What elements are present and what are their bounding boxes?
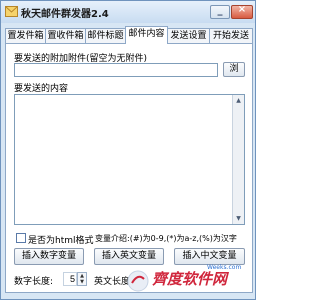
tab-strip: 置发件箱 置收件箱 邮件标题 邮件内容 发送设置 开始发送 (5, 26, 253, 44)
tab-recipient-box[interactable]: 置收件箱 (45, 28, 86, 43)
number-length-spinner[interactable]: ▲ ▼ (77, 272, 87, 286)
close-button[interactable]: × (231, 4, 253, 19)
attachment-path-input[interactable] (14, 63, 218, 77)
scroll-up-icon[interactable]: ▲ (233, 95, 244, 106)
tab-sender-box[interactable]: 置发件箱 (5, 28, 46, 43)
content-textarea[interactable]: ▲ ▼ (14, 94, 245, 225)
insert-number-variable-button[interactable]: 插入数字变量 (14, 248, 84, 265)
browse-attachment-button[interactable]: 浏 (223, 62, 245, 77)
title-bar[interactable]: 秋天邮件群发器2.4 _ × (1, 1, 255, 23)
watermark-url: Weeks.com (207, 264, 242, 271)
site-watermark: 齊度软件网 Weeks.com (120, 263, 256, 300)
content-label: 要发送的内容 (14, 84, 69, 94)
tab-send-settings[interactable]: 发送设置 (167, 28, 210, 43)
number-length-input[interactable] (63, 272, 77, 286)
watermark-text: 齊度软件网 (152, 270, 228, 288)
minimize-icon: _ (217, 5, 223, 16)
scroll-down-icon[interactable]: ▼ (233, 213, 244, 224)
spin-down-icon[interactable]: ▼ (78, 279, 86, 285)
tab-mail-content[interactable]: 邮件内容 (125, 26, 168, 44)
html-format-checkbox[interactable] (16, 233, 26, 243)
window-title: 秋天邮件群发器2.4 (21, 9, 109, 20)
content-scrollbar[interactable]: ▲ ▼ (232, 95, 244, 224)
mail-content-panel: 要发送的附加附件(留空为无附件) 浏 要发送的内容 ▲ ▼ 是否为html格式 … (5, 43, 253, 293)
tab-mail-subject[interactable]: 邮件标题 (85, 28, 126, 43)
variable-intro-text: 变量介绍:(#)为0-9,(*)为a-z,(%)为汉字 (95, 234, 237, 243)
mail-app-icon (5, 6, 18, 17)
html-format-label: 是否为html格式 (28, 236, 94, 246)
tab-start-sending[interactable]: 开始发送 (209, 28, 253, 43)
watermark-logo-icon (127, 270, 149, 292)
number-length-label: 数字长度: (14, 277, 54, 287)
minimize-button[interactable]: _ (210, 5, 230, 19)
close-icon: × (237, 4, 247, 15)
app-window: 秋天邮件群发器2.4 _ × 置发件箱 置收件箱 邮件标题 邮件内容 发送设置 … (0, 0, 256, 300)
